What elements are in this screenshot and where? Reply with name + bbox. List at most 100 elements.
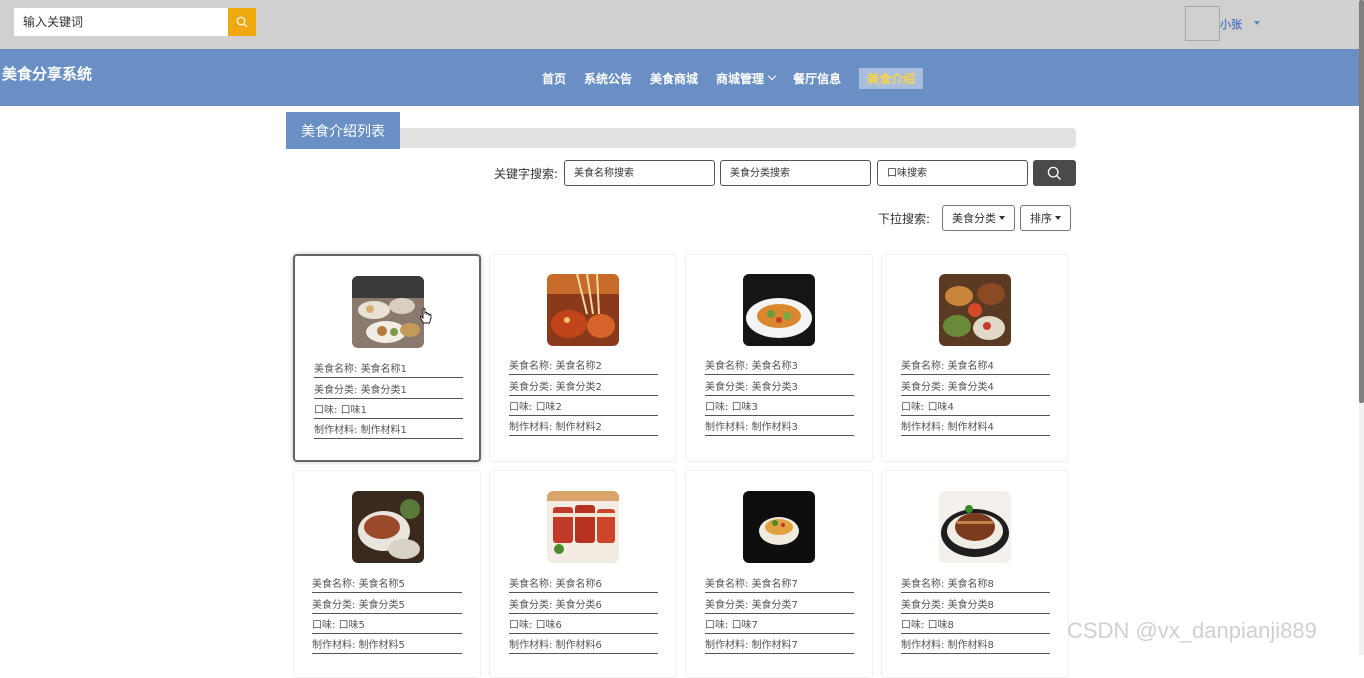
search-button[interactable] [228,8,256,36]
food-image[interactable] [939,274,1011,346]
nav-item-label: 餐厅信息 [793,71,842,86]
material-field: 制作材料: 制作材料8 [901,634,1050,655]
category-dropdown-label: 美食分类 [952,212,996,225]
food-card-details: 美食名称: 美食名称1 美食分类: 美食分类1 口味: 口味1 制作材料: 制作… [314,358,463,440]
food-name-label: 美食名称: [901,579,945,591]
food-card[interactable]: 美食名称: 美食名称8 美食分类: 美食分类8 口味: 口味8 制作材料: 制作… [881,470,1069,678]
food-category-label: 美食分类: [509,381,553,393]
scrollbar[interactable] [1359,0,1364,655]
sort-dropdown-label: 排序 [1030,212,1052,225]
food-photo-icon [743,274,815,346]
taste-label: 口味: [312,619,336,631]
food-category-label: 美食分类: [901,381,945,393]
taste-label: 口味: [901,401,925,413]
food-card[interactable]: 美食名称: 美食名称2 美食分类: 美食分类2 口味: 口味2 制作材料: 制作… [489,254,677,462]
food-category-label: 美食分类: [901,599,945,611]
sort-dropdown[interactable]: 排序 [1020,205,1071,231]
taste-field: 口味: 口味6 [509,614,658,634]
food-card[interactable]: 美食名称: 美食名称5 美食分类: 美食分类5 口味: 口味5 制作材料: 制作… [293,470,481,678]
scrollbar-thumb[interactable] [1359,0,1364,403]
keyword-search-button[interactable] [1033,160,1076,186]
food-photo-icon [547,274,619,346]
nav-item-food-intro[interactable]: 美食介绍 [859,67,924,89]
food-card[interactable]: 美食名称: 美食名称1 美食分类: 美食分类1 口味: 口味1 制作材料: 制作… [293,254,481,462]
taste-label: 口味: [901,619,925,631]
food-name-label: 美食名称: [312,579,356,591]
food-category-field: 美食分类: 美食分类7 [705,593,854,614]
food-image[interactable] [743,274,815,346]
site-brand[interactable]: 美食分享系统 [2,63,92,84]
taste-label: 口味: [705,619,729,631]
nav-item-notices[interactable]: 系统公告 [584,70,632,87]
nav-item-mall[interactable]: 美食商城 [650,70,698,87]
food-category-label: 美食分类: [509,599,553,611]
food-name-field: 美食名称: 美食名称3 [705,355,854,376]
taste-value: 口味7 [731,619,758,631]
food-image[interactable] [547,274,619,346]
material-label: 制作材料: [901,422,945,434]
food-card-details: 美食名称: 美食名称6 美食分类: 美食分类6 口味: 口味6 制作材料: 制作… [509,573,658,655]
food-image[interactable] [352,276,424,348]
food-image[interactable] [352,491,424,563]
taste-field: 口味: 口味5 [312,614,462,634]
food-name-value: 美食名称4 [947,361,994,373]
username[interactable]: 小张 [1220,16,1242,32]
food-card[interactable]: 美食名称: 美食名称3 美食分类: 美食分类3 口味: 口味3 制作材料: 制作… [685,254,873,462]
food-photo-icon [547,491,619,563]
taste-search-input[interactable] [877,160,1028,186]
food-card-details: 美食名称: 美食名称4 美食分类: 美食分类4 口味: 口味4 制作材料: 制作… [901,355,1050,437]
food-name-field: 美食名称: 美食名称2 [509,355,658,376]
caret-down-icon [999,216,1005,220]
food-name-field: 美食名称: 美食名称4 [901,355,1050,376]
food-name-field: 美食名称: 美食名称5 [312,573,462,594]
search-input[interactable] [14,8,228,36]
food-category-label: 美食分类: [705,599,749,611]
food-category-field: 美食分类: 美食分类2 [509,375,658,396]
nav-item-mall-management[interactable]: 商城管理 [716,70,777,87]
taste-value: 口味8 [927,619,954,631]
food-name-label: 美食名称: [509,579,553,591]
caret-down-icon [1055,216,1061,220]
food-name-label: 美食名称: [705,361,749,373]
nav-item-home[interactable]: 首页 [542,70,566,87]
material-field: 制作材料: 制作材料7 [705,634,854,655]
food-name-search-input[interactable] [564,160,715,186]
taste-field: 口味: 口味1 [314,399,463,419]
food-name-value: 美食名称8 [947,579,994,591]
food-category-value: 美食分类4 [947,381,994,393]
nav-item-label: 商城管理 [716,71,765,86]
food-category-search-input[interactable] [720,160,871,186]
category-dropdown[interactable]: 美食分类 [942,205,1015,231]
user-menu-caret-icon[interactable] [1254,21,1260,25]
food-category-label: 美食分类: [312,599,356,611]
food-card[interactable]: 美食名称: 美食名称7 美食分类: 美食分类7 口味: 口味7 制作材料: 制作… [685,470,873,678]
food-category-field: 美食分类: 美食分类8 [901,593,1050,614]
food-card[interactable]: 美食名称: 美食名称6 美食分类: 美食分类6 口味: 口味6 制作材料: 制作… [489,470,677,678]
material-value: 制作材料5 [358,640,405,652]
food-card[interactable]: 美食名称: 美食名称4 美食分类: 美食分类4 口味: 口味4 制作材料: 制作… [881,254,1069,462]
food-photo-icon [939,491,1011,563]
food-image[interactable] [547,491,619,563]
food-name-value: 美食名称1 [360,364,407,376]
food-category-value: 美食分类3 [751,381,798,393]
food-category-value: 美食分类1 [360,384,407,396]
watermark-text: CSDN @vx_danpianji889 [1067,618,1317,643]
food-card-details: 美食名称: 美食名称5 美食分类: 美食分类5 口味: 口味5 制作材料: 制作… [312,573,462,655]
nav-item-restaurants[interactable]: 餐厅信息 [793,70,841,87]
dropdown-search-label: 下拉搜索: [878,212,931,226]
food-name-field: 美食名称: 美食名称1 [314,358,463,379]
food-image[interactable] [743,491,815,563]
food-category-value: 美食分类6 [555,599,602,611]
food-category-field: 美食分类: 美食分类4 [901,375,1050,396]
chevron-down-icon [767,71,777,81]
material-field: 制作材料: 制作材料2 [509,416,658,437]
food-image[interactable] [939,491,1011,563]
material-field: 制作材料: 制作材料5 [312,634,462,655]
food-name-value: 美食名称7 [751,579,798,591]
hand-cursor-icon [420,308,432,324]
material-label: 制作材料: [312,640,356,652]
material-label: 制作材料: [509,640,553,652]
taste-field: 口味: 口味3 [705,396,854,416]
avatar[interactable] [1185,6,1220,41]
search-icon [236,16,248,28]
